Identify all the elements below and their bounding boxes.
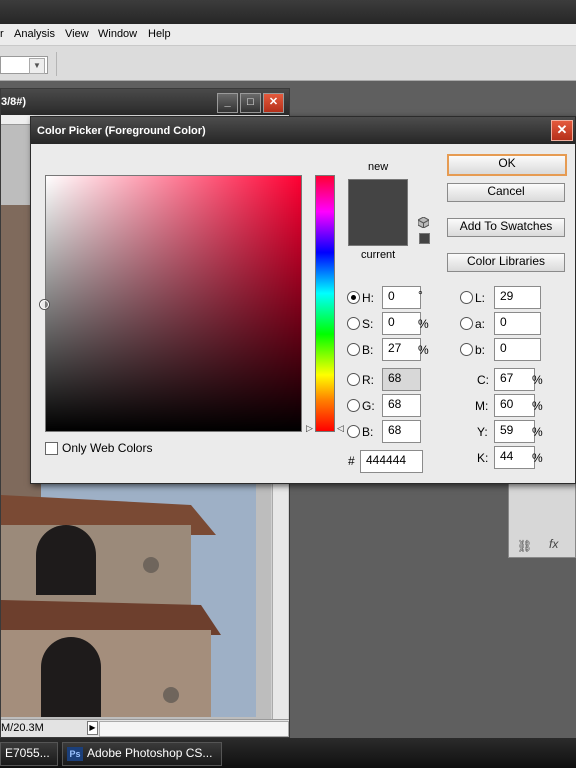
current-color-swatch[interactable] xyxy=(348,214,408,246)
only-web-colors-label: Only Web Colors xyxy=(62,441,153,455)
close-icon[interactable]: ✕ xyxy=(263,93,284,113)
checkbox-icon xyxy=(45,442,58,456)
hue-radio[interactable] xyxy=(347,291,360,304)
brightness-unit: % xyxy=(418,343,429,357)
hue-slider-right-arrow-icon[interactable]: ◁ xyxy=(337,423,344,434)
green-radio[interactable] xyxy=(347,399,360,412)
menu-item-help[interactable]: Help xyxy=(148,28,171,40)
b-channel-label: b: xyxy=(475,343,486,357)
red-radio[interactable] xyxy=(347,373,360,386)
hue-slider[interactable] xyxy=(315,175,335,432)
menu-item-view[interactable]: View xyxy=(65,28,89,40)
ok-button[interactable]: OK xyxy=(447,154,567,176)
document-title: 3/8#) xyxy=(1,96,27,108)
close-icon[interactable]: ✕ xyxy=(551,120,573,141)
saturation-input[interactable]: 0 xyxy=(382,312,421,335)
magenta-input[interactable]: 60 xyxy=(494,394,535,417)
blue-input[interactable]: 68 xyxy=(382,420,421,443)
link-icon[interactable]: ⛓ xyxy=(517,539,532,553)
a-channel-label: a: xyxy=(475,317,486,331)
photoshop-icon: Ps xyxy=(67,746,83,761)
b-channel-radio[interactable] xyxy=(460,343,473,356)
menu-item-analysis[interactable]: Analysis xyxy=(14,28,55,40)
fx-icon[interactable]: fx xyxy=(549,537,558,551)
add-to-swatches-button[interactable]: Add To Swatches xyxy=(447,218,565,237)
menu-item-cut[interactable]: r xyxy=(0,28,4,40)
yellow-label: Y: xyxy=(477,425,488,439)
status-menu-arrow-icon[interactable]: ▶ xyxy=(87,721,98,735)
app-title-bar xyxy=(0,0,576,24)
new-color-swatch xyxy=(348,179,408,214)
color-libraries-button[interactable]: Color Libraries xyxy=(447,253,565,272)
options-dropdown[interactable]: ▼ xyxy=(0,56,48,74)
yellow-unit: % xyxy=(532,425,543,439)
lightness-radio[interactable] xyxy=(460,291,473,304)
lightness-label: L: xyxy=(475,291,486,305)
menu-bar: r Analysis View Window Help xyxy=(0,24,576,46)
green-label: G: xyxy=(362,399,375,413)
menu-item-window[interactable]: Window xyxy=(98,28,137,40)
hex-label: # xyxy=(348,454,355,468)
saturation-label: S: xyxy=(362,317,374,331)
brightness-input[interactable]: 27 xyxy=(382,338,421,361)
cancel-button[interactable]: Cancel xyxy=(447,183,565,202)
brightness-label: B: xyxy=(362,343,374,357)
a-channel-input[interactable]: 0 xyxy=(494,312,541,335)
chevron-down-icon: ▼ xyxy=(29,58,45,74)
web-safe-swatch[interactable] xyxy=(419,233,430,244)
options-bar: ▼ xyxy=(0,46,576,81)
new-label: new xyxy=(368,161,389,173)
only-web-colors-checkbox[interactable]: Only Web Colors xyxy=(45,441,153,456)
out-of-gamut-cube-icon[interactable] xyxy=(417,216,430,229)
document-title-bar[interactable]: 3/8#) _ □ ✕ xyxy=(1,89,289,115)
maximize-icon[interactable]: □ xyxy=(240,93,261,113)
status-bar: M/20.3M ▶ xyxy=(1,719,289,737)
blue-label: B: xyxy=(362,425,374,439)
hue-input[interactable]: 0 xyxy=(382,286,421,309)
green-input[interactable]: 68 xyxy=(382,394,421,417)
black-label: K: xyxy=(477,451,489,465)
taskbar-item-photoshop[interactable]: Ps Adobe Photoshop CS... xyxy=(62,742,222,766)
cyan-input[interactable]: 67 xyxy=(494,368,535,391)
b-channel-input[interactable]: 0 xyxy=(494,338,541,361)
color-field-marker[interactable] xyxy=(40,300,49,309)
horizontal-scrollbar[interactable] xyxy=(99,721,289,737)
options-separator xyxy=(56,52,57,76)
saturation-brightness-field[interactable] xyxy=(45,175,302,432)
a-channel-radio[interactable] xyxy=(460,317,473,330)
taskbar-item-photoshop-label: Adobe Photoshop CS... xyxy=(87,746,213,760)
taskbar-item-file-label: E7055... xyxy=(5,746,50,760)
cyan-unit: % xyxy=(532,373,543,387)
minimize-icon[interactable]: _ xyxy=(217,93,238,113)
yellow-input[interactable]: 59 xyxy=(494,420,535,443)
saturation-unit: % xyxy=(418,317,429,331)
hue-slider-left-arrow-icon[interactable]: ▷ xyxy=(306,423,313,434)
dialog-title: Color Picker (Foreground Color) xyxy=(37,125,206,137)
magenta-unit: % xyxy=(532,399,543,413)
dialog-title-bar[interactable]: Color Picker (Foreground Color) ✕ xyxy=(31,117,575,144)
taskbar-item-file[interactable]: E7055... xyxy=(0,742,58,766)
lightness-input[interactable]: 29 xyxy=(494,286,541,309)
taskbar: E7055... Ps Adobe Photoshop CS... xyxy=(0,738,576,768)
hex-input[interactable]: 444444 xyxy=(360,450,423,473)
brightness-radio[interactable] xyxy=(347,343,360,356)
cyan-label: C: xyxy=(477,373,489,387)
saturation-radio[interactable] xyxy=(347,317,360,330)
document-size-text: M/20.3M xyxy=(1,722,44,734)
magenta-label: M: xyxy=(475,399,489,413)
color-picker-dialog: Color Picker (Foreground Color) ✕ ▷ ◁ On… xyxy=(30,116,576,484)
red-input[interactable]: 68 xyxy=(382,368,421,391)
red-label: R: xyxy=(362,373,374,387)
layers-panel-fragment: ⛓ fx xyxy=(508,480,576,558)
black-input[interactable]: 44 xyxy=(494,446,535,469)
blue-radio[interactable] xyxy=(347,425,360,438)
hue-unit: ° xyxy=(418,288,423,302)
current-label: current xyxy=(361,249,396,261)
black-unit: % xyxy=(532,451,543,465)
hue-label: H: xyxy=(362,291,374,305)
